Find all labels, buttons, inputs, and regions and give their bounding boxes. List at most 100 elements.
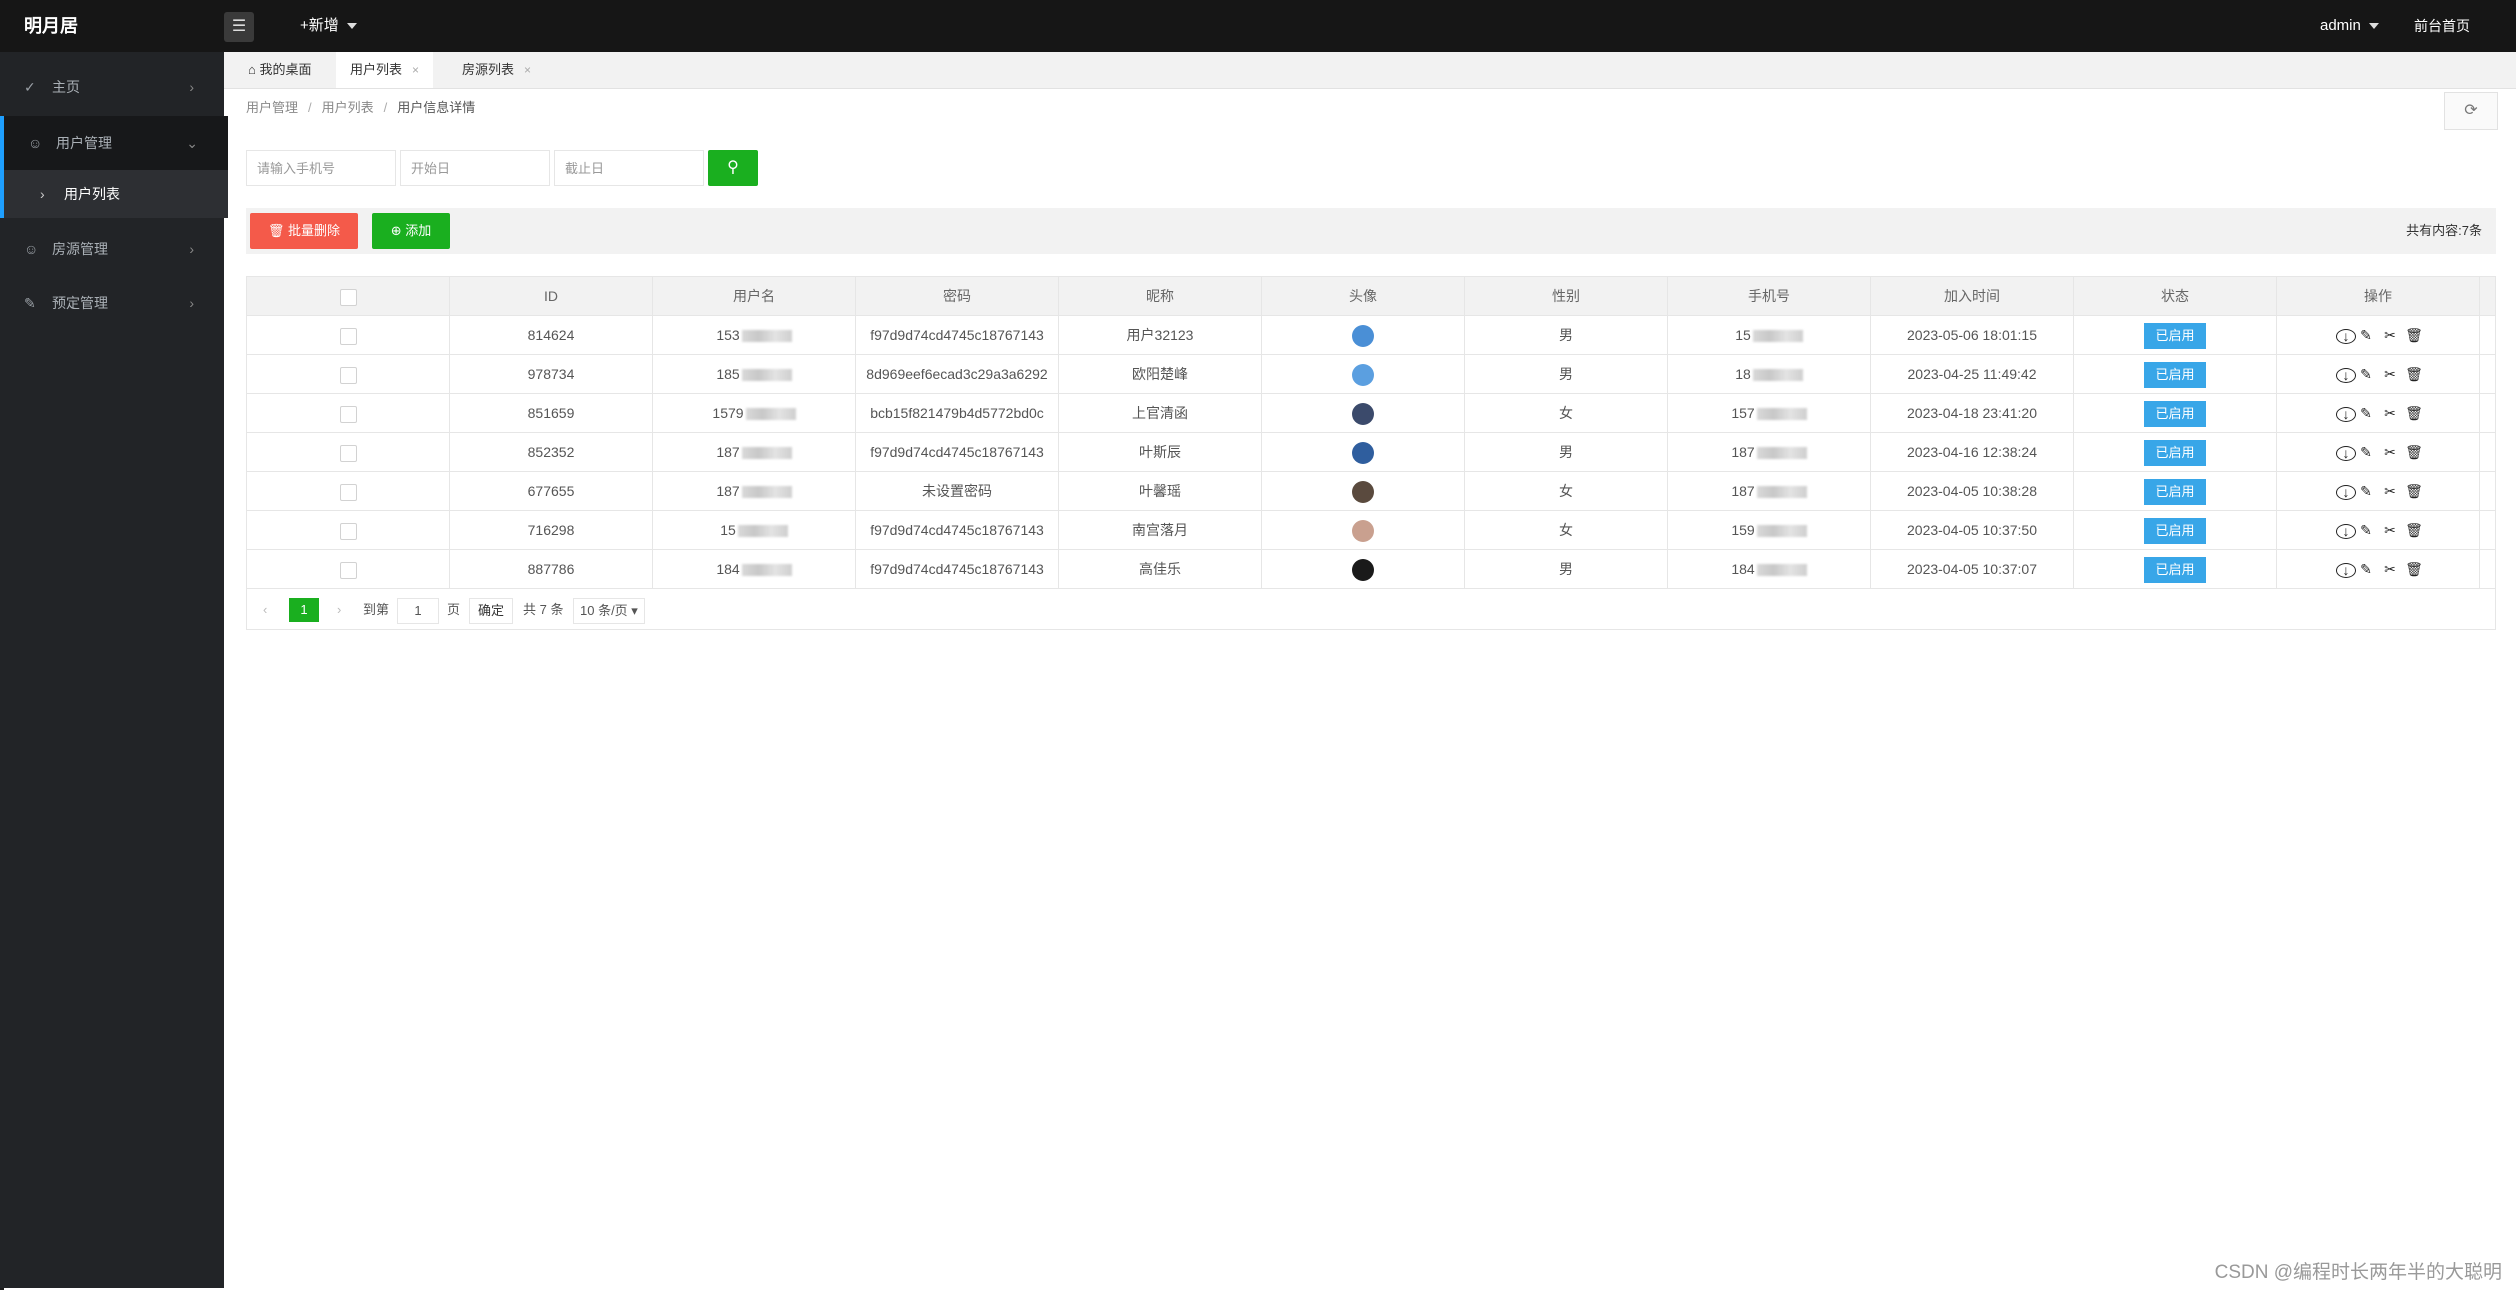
cell: 18	[1668, 355, 1871, 393]
cell-username: 185	[716, 366, 740, 382]
hamburger-icon[interactable]: ☰	[224, 12, 254, 42]
delete-icon[interactable]: 🗑	[2405, 472, 2423, 510]
new-label: +新增	[300, 17, 339, 34]
batch-delete-button[interactable]: 🗑 批量删除	[250, 213, 358, 249]
row-checkbox[interactable]	[339, 561, 357, 579]
close-icon[interactable]: ×	[524, 63, 531, 77]
status-badge[interactable]: 已启用	[2144, 557, 2206, 584]
avatar	[1352, 520, 1374, 543]
column-header: 性别	[1465, 277, 1668, 315]
start-date-input[interactable]	[400, 150, 550, 186]
tools-icon[interactable]: ✂	[2381, 355, 2399, 393]
tab-house-list[interactable]: 房源列表 ×	[448, 52, 545, 88]
next-page-icon[interactable]: ›	[337, 598, 341, 622]
user-menu[interactable]: admin	[2320, 0, 2379, 52]
cell: 未设置密码	[856, 472, 1059, 510]
cell-gender: 女	[1559, 483, 1573, 499]
tools-icon[interactable]: ✂	[2381, 511, 2399, 549]
edit-icon[interactable]: ✎	[2357, 316, 2375, 354]
row-checkbox[interactable]	[339, 483, 357, 501]
cell-nickname: 叶馨瑶	[1139, 483, 1181, 499]
breadcrumb-item[interactable]: 用户列表	[322, 100, 374, 115]
row-checkbox[interactable]	[339, 444, 357, 462]
download-icon[interactable]: ↓	[2333, 550, 2356, 588]
row-checkbox[interactable]	[339, 522, 357, 540]
tab-desktop[interactable]: ⌂ 我的桌面	[234, 52, 325, 88]
cell: 716298	[450, 511, 653, 549]
avatar	[1352, 442, 1374, 465]
status-badge[interactable]: 已启用	[2144, 401, 2206, 428]
cell: 女	[1465, 472, 1668, 510]
table-row: 814624 153 f97d9d74cd4745c18767143 用户32123 男…	[247, 316, 2495, 355]
tools-icon[interactable]: ✂	[2381, 550, 2399, 588]
current-page[interactable]: 1	[289, 598, 319, 622]
cell: 上官清函	[1059, 394, 1262, 432]
cell	[1262, 316, 1465, 354]
tab-user-list[interactable]: 用户列表 ×	[336, 52, 434, 88]
breadcrumb-item[interactable]: 用户管理	[246, 100, 298, 115]
cell-gender: 男	[1559, 444, 1573, 460]
sidebar-item-house-management[interactable]: ☺ 房源管理 ›	[0, 222, 224, 276]
download-icon[interactable]: ↓	[2333, 511, 2356, 549]
cell: 187	[653, 433, 856, 471]
download-icon[interactable]: ↓	[2333, 433, 2356, 471]
download-icon[interactable]: ↓	[2333, 355, 2356, 393]
close-icon[interactable]: ×	[412, 63, 419, 77]
edit-icon[interactable]: ✎	[2357, 433, 2375, 471]
sidebar-item-home[interactable]: ✓ 主页 ›	[0, 60, 224, 114]
cell: 男	[1465, 550, 1668, 588]
refresh-icon[interactable]: ⟳	[2444, 92, 2498, 130]
new-dropdown[interactable]: +新增	[300, 0, 357, 52]
status-badge[interactable]: 已启用	[2144, 323, 2206, 350]
tools-icon[interactable]: ✂	[2381, 433, 2399, 471]
end-date-input[interactable]	[554, 150, 704, 186]
page-input[interactable]: 1	[397, 598, 439, 624]
delete-icon[interactable]: 🗑	[2405, 433, 2423, 471]
delete-icon[interactable]: 🗑	[2405, 550, 2423, 588]
cell-phone: 157	[1731, 405, 1755, 421]
sidebar-item-label: 房源管理	[52, 241, 108, 257]
go-button[interactable]: 确定	[469, 598, 514, 624]
download-icon[interactable]: ↓	[2333, 394, 2356, 432]
cell: 187	[1668, 472, 1871, 510]
table-row: 978734 185 8d969eef6ecad3c29a3a6292 欧阳楚峰 男 18…	[247, 355, 2495, 394]
delete-icon[interactable]: 🗑	[2405, 511, 2423, 549]
download-icon[interactable]: ↓	[2333, 472, 2356, 510]
edit-icon[interactable]: ✎	[2357, 355, 2375, 393]
tools-icon[interactable]: ✂	[2381, 316, 2399, 354]
page-size-select[interactable]: 10 条/页 ▾	[573, 598, 645, 624]
status-badge[interactable]: 已启用	[2144, 479, 2206, 506]
prev-page-icon[interactable]: ‹	[263, 598, 267, 622]
row-checkbox[interactable]	[339, 327, 357, 345]
edit-icon[interactable]: ✎	[2357, 511, 2375, 549]
status-badge[interactable]: 已启用	[2144, 440, 2206, 467]
front-page-link[interactable]: 前台首页	[2414, 0, 2470, 52]
search-button[interactable]: ⚲	[708, 150, 758, 186]
sidebar-item-booking-management[interactable]: ✎ 预定管理 ›	[0, 276, 224, 330]
tools-icon[interactable]: ✂	[2381, 394, 2399, 432]
add-button[interactable]: ⊕ 添加	[372, 213, 450, 249]
status-badge[interactable]: 已启用	[2144, 362, 2206, 389]
select-all-checkbox[interactable]	[339, 288, 357, 306]
sidebar-item-user-management[interactable]: ☺ 用户管理 ⌄	[0, 116, 228, 170]
delete-icon[interactable]: 🗑	[2405, 355, 2423, 393]
table-header: ID 用户名 密码 昵称 头像 性别 手机号 加入时间 状态 操作	[247, 277, 2495, 316]
status-badge[interactable]: 已启用	[2144, 518, 2206, 545]
sidebar-item-label: 预定管理	[52, 295, 108, 311]
cell: 2023-04-05 10:37:50	[1871, 511, 2074, 549]
download-icon[interactable]: ↓	[2333, 316, 2356, 354]
cell-actions: ↓ ✎ ✂ 🗑	[2277, 472, 2480, 510]
edit-icon[interactable]: ✎	[2357, 394, 2375, 432]
row-checkbox[interactable]	[339, 366, 357, 384]
cell: f97d9d74cd4745c18767143	[856, 550, 1059, 588]
row-checkbox[interactable]	[339, 405, 357, 423]
edit-icon[interactable]: ✎	[2357, 550, 2375, 588]
redacted-blur	[1756, 447, 1807, 460]
phone-search-input[interactable]	[246, 150, 396, 186]
tools-icon[interactable]: ✂	[2381, 472, 2399, 510]
delete-icon[interactable]: 🗑	[2405, 394, 2423, 432]
sidebar-item-user-list[interactable]: › 用户列表	[0, 170, 228, 218]
edit-icon[interactable]: ✎	[2357, 472, 2375, 510]
cell-password: f97d9d74cd4745c18767143	[870, 444, 1044, 460]
delete-icon[interactable]: 🗑	[2405, 316, 2423, 354]
